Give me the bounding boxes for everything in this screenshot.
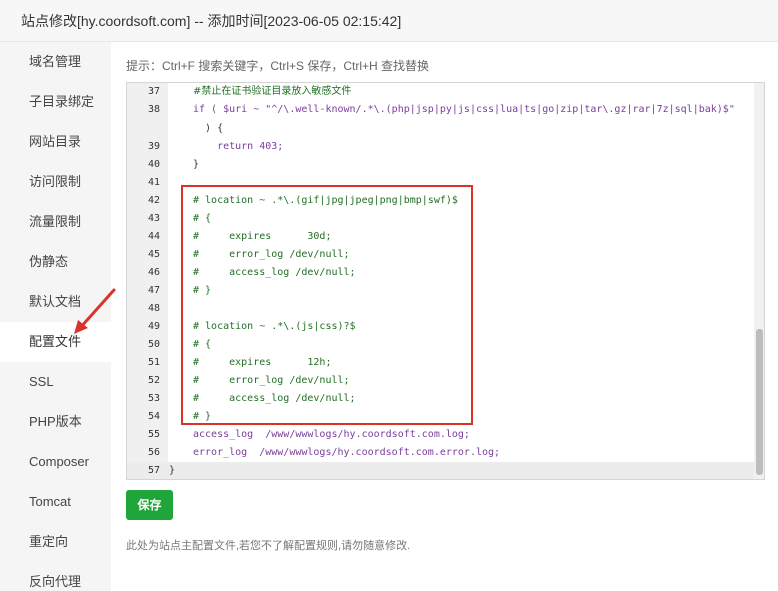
line-number: 45 [147,249,160,260]
line-number: 51 [147,357,160,368]
editor-hint: 提示：Ctrl+F 搜索关键字，Ctrl+S 保存，Ctrl+H 查找替换 [126,59,430,73]
line-number: 55 [147,429,160,440]
line-number: 41 [147,177,160,188]
line-code: ) { [193,123,224,134]
window-title: 站点修改[hy.coordsoft.com] -- 添加时间[2023-06-0… [0,0,778,42]
sidebar-item[interactable]: SSL [0,362,111,402]
line-code: } [193,159,200,170]
code-line[interactable]: ) { [127,120,754,138]
sidebar-item[interactable]: 流量限制 [0,202,111,242]
config-editor[interactable]: 37 #禁止在证书验证目录放入敏感文件 38 if ( $uri ~ "^/\.wel… [126,82,765,480]
scrollbar-thumb[interactable] [756,329,763,475]
annotation-arrow-icon [74,288,116,334]
line-number: 37 [147,86,160,97]
code-line[interactable]: 37 #禁止在证书验证目录放入敏感文件 [127,83,754,101]
code-line[interactable]: 40} [127,156,754,174]
line-number: 52 [147,375,160,386]
code-line[interactable]: 38 if ( $uri ~ "^/\.well-known/.*\.(php|j… [127,101,754,119]
sidebar-item[interactable]: 伪静态 [0,242,111,282]
save-button[interactable]: 保存 [126,490,173,520]
line-number: 50 [147,339,160,350]
line-number: 56 [147,447,160,458]
line-number: 57 [147,465,160,476]
code-line[interactable]: 56 error_log /www/wwwlogs/hy.coordsoft.co… [127,444,754,462]
line-number: 54 [147,411,160,422]
sidebar-item[interactable]: 子目录绑定 [0,82,111,122]
sidebar-item[interactable]: PHP版本 [0,402,111,442]
line-number: 49 [147,321,160,332]
line-number: 46 [147,267,160,278]
sidebar-item[interactable]: 反向代理 [0,562,111,591]
sidebar-item[interactable]: Composer [0,442,111,482]
sidebar-item[interactable]: Tomcat [0,482,111,522]
line-number: 38 [147,104,160,115]
line-number: 40 [147,159,160,170]
sidebar-item[interactable]: 重定向 [0,522,111,562]
highlight-annotation-box [181,185,473,425]
line-code: return 403; [193,141,284,152]
line-number: 44 [147,231,160,242]
sidebar-item[interactable]: 网站目录 [0,122,111,162]
line-number: 43 [147,213,160,224]
sidebar-item[interactable]: 域名管理 [0,42,111,82]
code-line[interactable]: 55 access_log /www/wwwlogs/hy.coordsoft.c… [127,426,754,444]
line-code: access_log /www/wwwlogs/hy.coordsoft.com… [193,429,470,440]
line-code: } [169,465,176,476]
line-number: 39 [147,141,160,152]
line-code: error_log /www/wwwlogs/hy.coordsoft.com.… [193,447,501,458]
editor-scrollbar[interactable] [754,83,764,479]
line-code: #禁止在证书验证目录放入敏感文件 [193,86,352,97]
line-number: 47 [147,285,160,296]
line-code: if ( $uri ~ "^/\.well-known/.*\.(php|jsp… [193,104,735,115]
line-number: 42 [147,195,160,206]
line-number: 48 [147,303,160,314]
sidebar-item[interactable]: 访问限制 [0,162,111,202]
code-line[interactable]: 57} [127,462,754,479]
footer-note: 此处为站点主配置文件,若您不了解配置规则,请勿随意修改. [126,540,411,552]
code-line[interactable]: 39 return 403; [127,138,754,156]
line-number: 53 [147,393,160,404]
